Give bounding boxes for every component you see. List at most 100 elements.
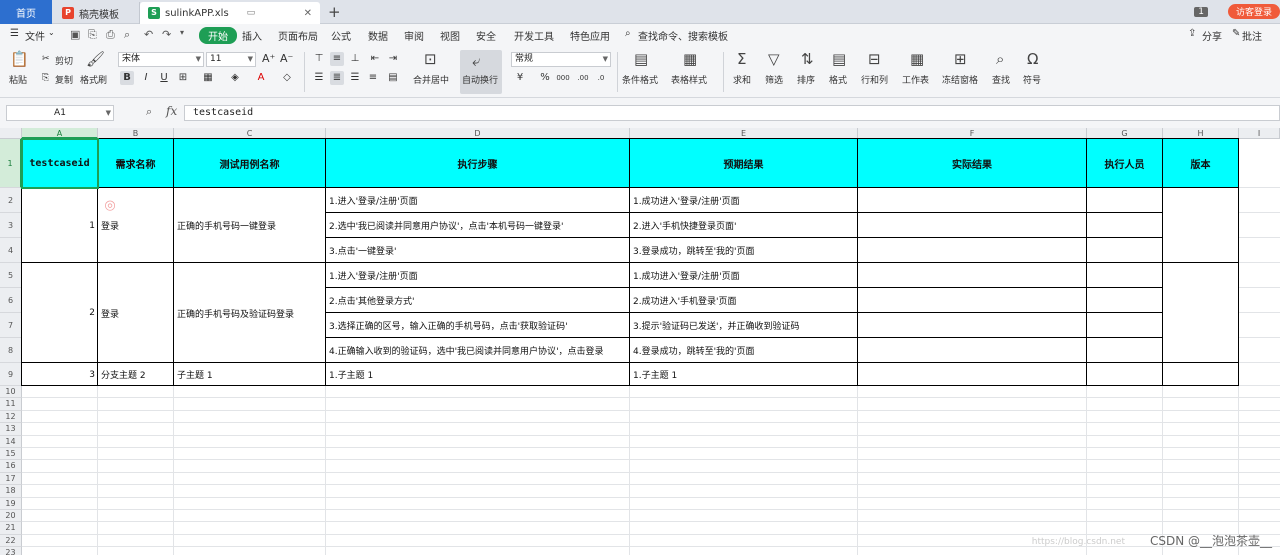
rows-columns-icon[interactable]: ⊟ bbox=[868, 50, 881, 68]
symbol-icon[interactable]: Ω bbox=[1027, 50, 1038, 68]
decrease-font-icon[interactable]: A⁻ bbox=[280, 52, 293, 65]
expected-cell[interactable]: 4.登录成功，跳转至'我的'页面 bbox=[630, 338, 858, 363]
justify-icon[interactable]: ≡ bbox=[366, 71, 380, 85]
redo-icon[interactable]: ↷ bbox=[162, 28, 171, 41]
currency-icon[interactable]: ¥ bbox=[513, 71, 527, 85]
clear-format-icon[interactable]: ◇ bbox=[280, 71, 294, 85]
login-button[interactable]: 访客登录 bbox=[1227, 4, 1280, 19]
row-header-1[interactable]: 1 bbox=[0, 139, 22, 188]
expected-cell[interactable]: 1.子主题 1 bbox=[630, 363, 858, 386]
row-header-9[interactable]: 9 bbox=[0, 363, 22, 386]
column-header-i[interactable]: I bbox=[1239, 128, 1280, 139]
step-cell[interactable]: 2.点击'其他登录方式' bbox=[326, 288, 630, 313]
row-header-17[interactable]: 17 bbox=[0, 472, 22, 486]
row-header-20[interactable]: 20 bbox=[0, 510, 22, 523]
table-style-button[interactable]: 表格样式 bbox=[671, 73, 707, 86]
search-icon[interactable]: ⌕ bbox=[625, 28, 631, 39]
thousands-icon[interactable]: 000 bbox=[556, 71, 570, 85]
executor-cell[interactable] bbox=[1087, 363, 1163, 386]
command-search[interactable]: 查找命令、搜索模板 bbox=[638, 28, 728, 43]
case-name-cell[interactable]: 子主题 1 bbox=[174, 363, 326, 386]
sort-button[interactable]: 排序 bbox=[797, 73, 815, 86]
format-painter-button[interactable]: 格式刷 bbox=[80, 73, 107, 86]
freeze-panes-button[interactable]: 冻结窗格 bbox=[942, 73, 978, 86]
executor-cell[interactable] bbox=[1087, 238, 1163, 263]
executor-cell[interactable] bbox=[1087, 263, 1163, 288]
row-header-18[interactable]: 18 bbox=[0, 485, 22, 498]
row-header-6[interactable]: 6 bbox=[0, 288, 22, 313]
hamburger-icon[interactable]: ☰ bbox=[10, 28, 19, 39]
comment-icon[interactable]: ✎ bbox=[1232, 28, 1240, 39]
row-header-22[interactable]: 22 bbox=[0, 534, 22, 548]
row-header-15[interactable]: 15 bbox=[0, 448, 22, 461]
paste-button[interactable]: 粘贴 bbox=[9, 73, 27, 86]
actual-result-cell[interactable] bbox=[858, 363, 1087, 386]
version-cell[interactable] bbox=[1163, 363, 1239, 386]
actual-result-cell[interactable] bbox=[858, 188, 1087, 213]
font-family-select[interactable]: 宋体 ▼ bbox=[118, 52, 204, 67]
case-name-cell[interactable]: 正确的手机号码一键登录 bbox=[174, 188, 326, 263]
indent-decrease-icon[interactable]: ⇤ bbox=[368, 52, 382, 66]
italic-button[interactable]: I bbox=[139, 71, 153, 85]
row-header-23[interactable]: 23 bbox=[0, 547, 22, 555]
menu-data[interactable]: 数据 bbox=[368, 28, 388, 43]
align-center-icon[interactable]: ≣ bbox=[330, 71, 344, 85]
case-id-cell[interactable]: 1 bbox=[22, 188, 98, 263]
formula-input[interactable]: testcaseid bbox=[184, 105, 1280, 121]
share-button[interactable]: 分享 bbox=[1202, 28, 1222, 43]
requirement-cell[interactable]: 登录 bbox=[98, 263, 174, 363]
executor-cell[interactable] bbox=[1087, 188, 1163, 213]
zoom-icon[interactable]: ⌕ bbox=[146, 105, 152, 119]
step-cell[interactable]: 1.子主题 1 bbox=[326, 363, 630, 386]
step-cell[interactable]: 3.选择正确的区号，输入正确的手机号码，点击'获取验证码' bbox=[326, 313, 630, 338]
menu-developer[interactable]: 开发工具 bbox=[514, 28, 554, 43]
monitor-icon[interactable]: ▭ bbox=[247, 8, 256, 18]
number-format-select[interactable]: 常规 ▼ bbox=[511, 52, 611, 67]
format-button[interactable]: 格式 bbox=[829, 73, 847, 86]
chevron-down-icon[interactable]: ⌄ bbox=[48, 28, 55, 37]
row-header-3[interactable]: 3 bbox=[0, 213, 22, 238]
cut-button[interactable]: 剪切 bbox=[55, 54, 73, 67]
menu-start[interactable]: 开始 bbox=[199, 27, 237, 44]
expected-cell[interactable]: 3.提示'验证码已发送'，并正确收到验证码 bbox=[630, 313, 858, 338]
row-header-7[interactable]: 7 bbox=[0, 313, 22, 338]
close-tab-icon[interactable]: ✕ bbox=[304, 8, 312, 19]
sum-icon[interactable]: Σ bbox=[737, 50, 746, 68]
row-header-14[interactable]: 14 bbox=[0, 435, 22, 448]
bold-button[interactable]: B bbox=[120, 71, 134, 85]
percent-icon[interactable]: % bbox=[538, 71, 552, 85]
table-style-icon[interactable]: ▦ bbox=[683, 50, 697, 68]
spreadsheet-grid[interactable]: A B C D E F G H I 1 2 3 4 5 6 7 8 9 10 11 12 13 14 15 16 17 18 19 20… bbox=[0, 128, 1280, 555]
expected-cell[interactable]: 1.成功进入'登录/注册'页面 bbox=[630, 263, 858, 288]
step-cell[interactable]: 3.点击'一键登录' bbox=[326, 238, 630, 263]
tab-document[interactable]: S sulinkAPP.xls ▭ ✕ bbox=[140, 2, 320, 24]
row-header-13[interactable]: 13 bbox=[0, 423, 22, 436]
share-icon[interactable]: ⇪ bbox=[1188, 28, 1196, 39]
align-left-icon[interactable]: ☰ bbox=[312, 71, 326, 85]
expected-cell[interactable]: 3.登录成功，跳转至'我的'页面 bbox=[630, 238, 858, 263]
undo-icon[interactable]: ↶ bbox=[144, 28, 153, 41]
find-icon[interactable]: ⌕ bbox=[996, 50, 1004, 68]
rows-columns-button[interactable]: 行和列 bbox=[861, 73, 888, 86]
align-bottom-icon[interactable]: ⊥ bbox=[348, 52, 362, 66]
print-preview-icon[interactable]: ⌕ bbox=[124, 28, 130, 42]
align-middle-icon[interactable]: ≡ bbox=[330, 52, 344, 66]
header-cell-d[interactable]: 执行步骤 bbox=[326, 139, 630, 188]
font-size-select[interactable]: 11 ▼ bbox=[206, 52, 256, 67]
actual-result-cell[interactable] bbox=[858, 288, 1087, 313]
actual-result-cell[interactable] bbox=[858, 263, 1087, 288]
customize-icon[interactable]: ▾ bbox=[180, 28, 184, 37]
fill-color-icon[interactable]: ◈ bbox=[228, 71, 242, 85]
case-id-cell[interactable]: 3 bbox=[22, 363, 98, 386]
export-pdf-icon[interactable]: ⎘ bbox=[88, 28, 97, 42]
format-painter-icon[interactable]: 🖌 bbox=[86, 50, 105, 68]
name-box[interactable]: A1 ▼ bbox=[6, 105, 114, 121]
worksheet-button[interactable]: 工作表 bbox=[902, 73, 929, 86]
step-cell[interactable]: 4.正确输入收到的验证码，选中'我已阅读并同意用户协议'，点击登录 bbox=[326, 338, 630, 363]
sort-icon[interactable]: ⇅ bbox=[801, 50, 814, 68]
actual-result-cell[interactable] bbox=[858, 338, 1087, 363]
font-color-icon[interactable]: A bbox=[254, 71, 268, 85]
row-header-11[interactable]: 11 bbox=[0, 398, 22, 411]
step-cell[interactable]: 2.选中'我已阅读并同意用户协议'，点击'本机号码一键登录' bbox=[326, 213, 630, 238]
menu-insert[interactable]: 插入 bbox=[242, 28, 262, 43]
